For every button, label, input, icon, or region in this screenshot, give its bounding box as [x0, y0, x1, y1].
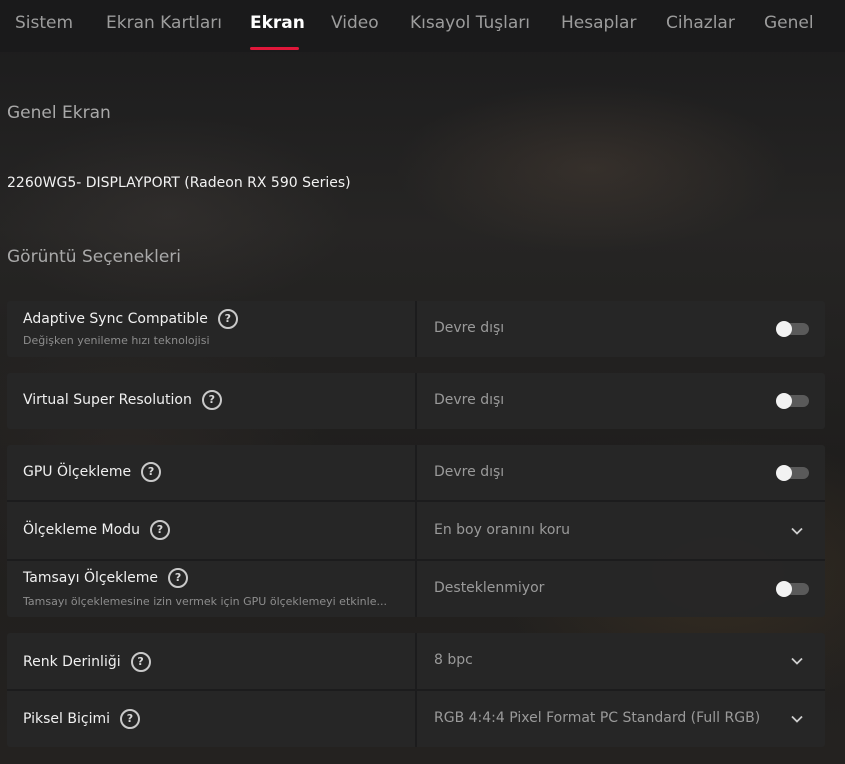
color-depth-label: Renk Derinliği [23, 654, 121, 670]
adaptive-sync-toggle[interactable] [776, 321, 809, 337]
integer-scaling-sublabel: Tamsayı ölçeklemesine izin vermek için G… [23, 595, 387, 608]
scaling-mode-dropdown[interactable]: En boy oranını koru [434, 522, 570, 538]
tab-cihazlar[interactable]: Cihazlar [666, 13, 735, 33]
adaptive-sync-label-cell: Adaptive Sync Compatible ? Değişken yeni… [7, 301, 417, 357]
integer-scaling-label: Tamsayı Ölçekleme [23, 570, 159, 586]
vsr-value: Devre dışı [434, 392, 505, 408]
vsr-label-cell: Virtual Super Resolution ? [7, 373, 417, 429]
row-divider [7, 500, 825, 502]
chevron-down-icon[interactable] [791, 525, 803, 537]
gpu-scaling-label: GPU Ölçekleme [23, 464, 132, 480]
row-divider [7, 559, 825, 561]
pixel-format-label-group: Piksel Biçimi ? [23, 709, 140, 729]
vsr-toggle[interactable] [776, 393, 809, 409]
question-circle-icon[interactable]: ? [149, 520, 170, 540]
active-tab-indicator [250, 47, 299, 50]
top-tab-bar: Sistem Ekran Kartları Ekran Video Kısayo… [0, 0, 845, 52]
vsr-label-group: Virtual Super Resolution ? [23, 390, 222, 410]
pixel-format-label: Piksel Biçimi [23, 711, 110, 727]
chevron-down-icon[interactable] [791, 713, 803, 725]
general-display-heading: Genel Ekran [7, 103, 111, 123]
scaling-mode-label: Ölçekleme Modu [23, 522, 140, 538]
gpu-scaling-value: Devre dışı [434, 464, 505, 480]
tab-ekran[interactable]: Ekran [250, 13, 305, 33]
question-circle-icon[interactable]: ? [217, 309, 238, 329]
color-depth-label-group: Renk Derinliği ? [23, 652, 151, 672]
toggle-knob [776, 465, 792, 481]
integer-scaling-label-group: Tamsayı Ölçekleme ? [23, 568, 189, 588]
display-name: 2260WG5- DISPLAYPORT (Radeon RX 590 Seri… [7, 175, 351, 191]
pixel-format-dropdown[interactable]: RGB 4:4:4 Pixel Format PC Standard (Full… [434, 710, 760, 726]
question-circle-icon[interactable]: ? [168, 568, 189, 588]
question-circle-icon[interactable]: ? [120, 709, 140, 729]
tab-genel[interactable]: Genel [764, 13, 814, 33]
toggle-knob [776, 321, 792, 337]
tab-hesaplar[interactable]: Hesaplar [561, 13, 636, 33]
color-depth-dropdown[interactable]: 8 bpc [434, 652, 473, 668]
tab-kisayol-tuslari[interactable]: Kısayol Tuşları [410, 13, 530, 33]
scaling-mode-label-group: Ölçekleme Modu ? [23, 520, 170, 540]
question-circle-icon[interactable]: ? [201, 390, 222, 410]
adaptive-sync-label-group: Adaptive Sync Compatible ? [23, 309, 238, 329]
row-divider [7, 689, 825, 691]
adaptive-sync-row: Adaptive Sync Compatible ? Değişken yeni… [7, 301, 825, 357]
gpu-scaling-group-label-column: GPU Ölçekleme ? Ölçekleme Modu ? Tamsayı… [7, 445, 417, 617]
gpu-scaling-label-group: GPU Ölçekleme ? [23, 462, 162, 482]
toggle-knob [776, 393, 792, 409]
adaptive-sync-label: Adaptive Sync Compatible [23, 311, 208, 327]
gpu-scaling-group: GPU Ölçekleme ? Ölçekleme Modu ? Tamsayı… [7, 445, 825, 617]
color-group: Renk Derinliği ? Piksel Biçimi ? 8 bpc R… [7, 633, 825, 747]
toggle-knob [776, 581, 792, 597]
integer-scaling-toggle[interactable] [776, 581, 809, 597]
tab-ekran-kartlari[interactable]: Ekran Kartları [106, 13, 222, 33]
display-options-heading: Görüntü Seçenekleri [7, 247, 181, 267]
adaptive-sync-value: Devre dışı [434, 320, 505, 336]
vsr-row: Virtual Super Resolution ? Devre dışı [7, 373, 825, 429]
tab-sistem[interactable]: Sistem [15, 13, 73, 33]
gpu-scaling-toggle[interactable] [776, 465, 809, 481]
adaptive-sync-sublabel: Değişken yenileme hızı teknolojisi [23, 334, 210, 347]
question-circle-icon[interactable]: ? [141, 462, 162, 482]
vsr-label: Virtual Super Resolution [23, 392, 192, 408]
integer-scaling-value: Desteklenmiyor [434, 580, 545, 596]
tab-video[interactable]: Video [331, 13, 379, 33]
chevron-down-icon[interactable] [791, 655, 803, 667]
question-circle-icon[interactable]: ? [130, 652, 151, 672]
